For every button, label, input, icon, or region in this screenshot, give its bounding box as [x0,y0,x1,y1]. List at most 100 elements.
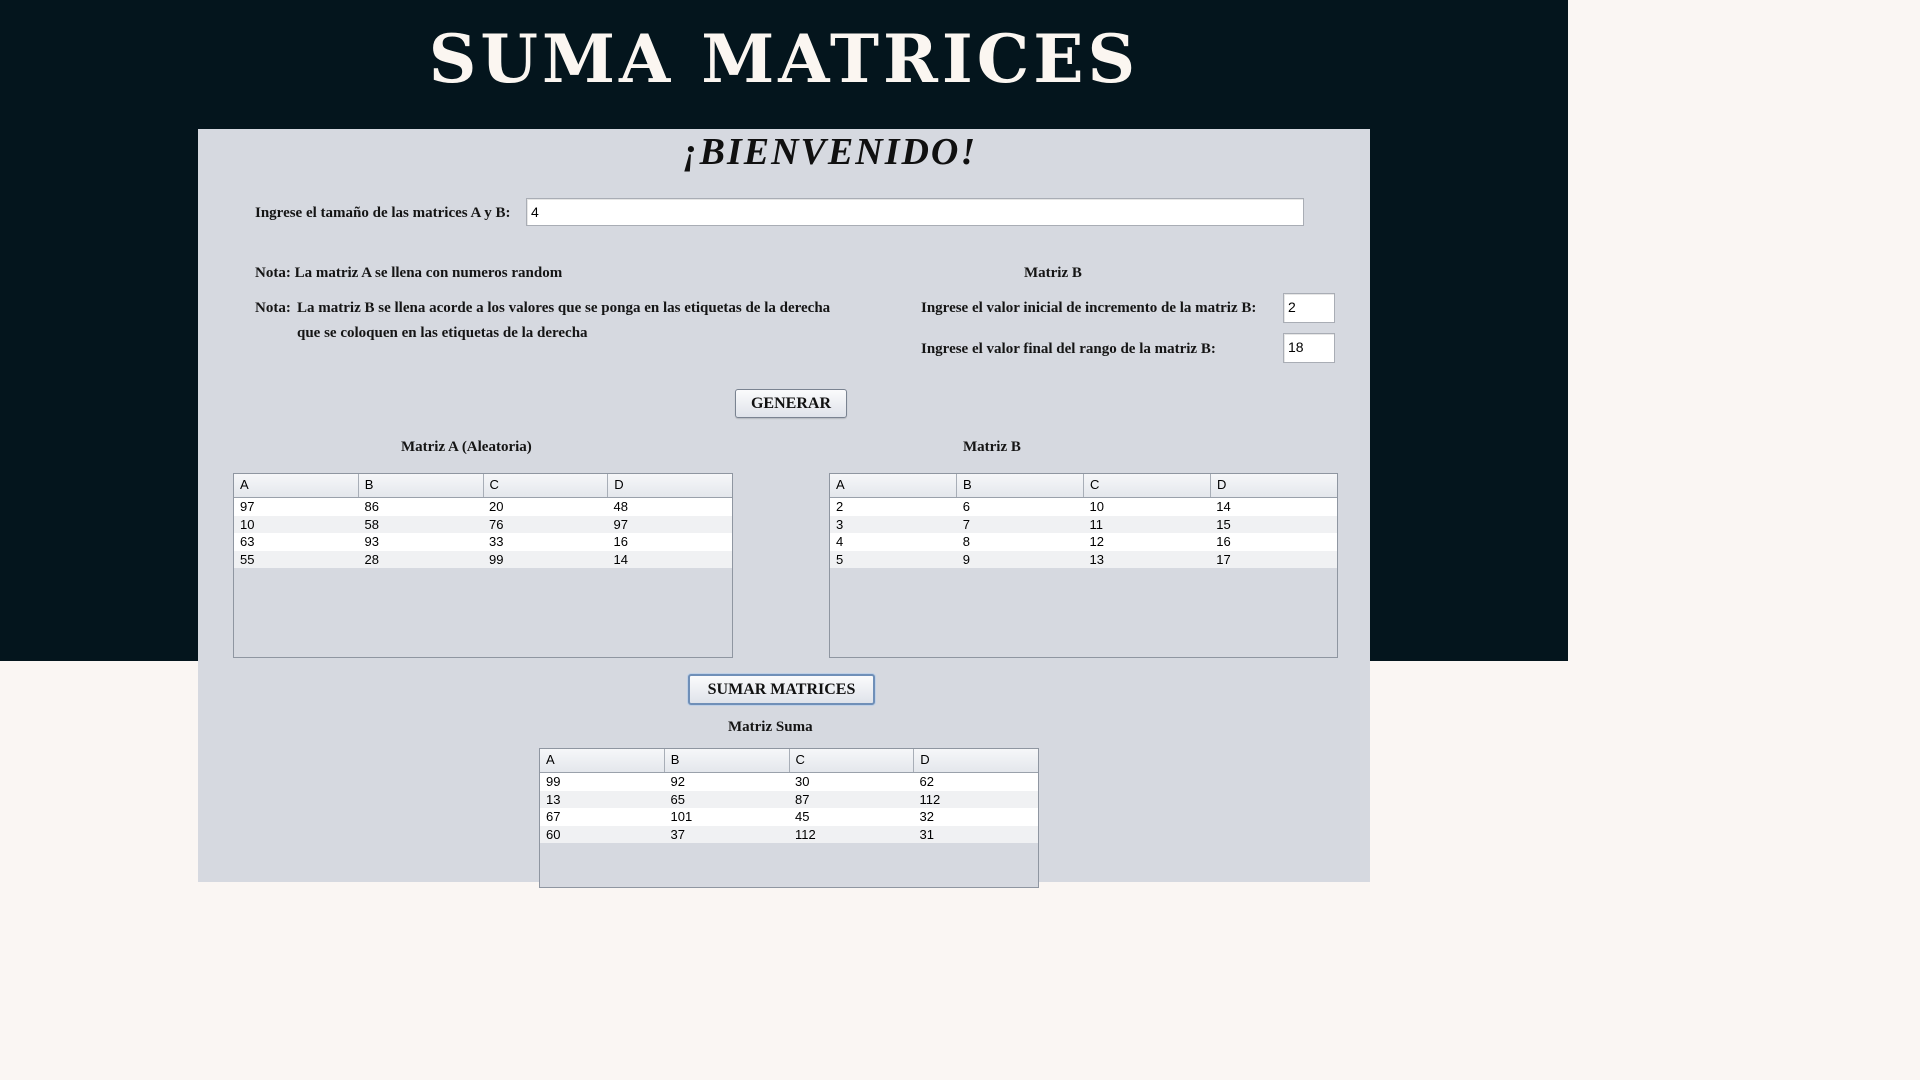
table-cell[interactable]: 2 [830,498,957,516]
table-row[interactable]: 13 65 87 112 [540,790,1039,809]
table-cell[interactable]: 28 [359,551,484,569]
table-cell[interactable]: 60 [540,826,665,844]
table-cell[interactable]: 92 [665,773,790,791]
matrix-b-table[interactable]: A B C D 2 6 10 14 3 7 11 15 4 8 12 16 5 … [829,473,1338,658]
table-row[interactable]: 55 28 99 14 [234,550,733,569]
app-window: ¡BIENVENIDO! Ingrese el tamaño de las ma… [198,129,1370,888]
table-cell[interactable]: 30 [789,773,914,791]
table-cell[interactable]: 99 [540,773,665,791]
table-cell[interactable]: 86 [359,498,484,516]
table-cell[interactable]: 13 [540,791,665,809]
table-cell[interactable]: 8 [957,533,1084,551]
table-cell[interactable]: 14 [608,551,733,569]
table-row[interactable]: 67 101 45 32 [540,808,1038,826]
matrix-size-input[interactable]: 4 [526,198,1304,226]
end-value-label: Ingrese el valor final del rango de la m… [921,341,1216,357]
welcome-heading: ¡BIENVENIDO! [682,131,978,173]
table-row[interactable]: 2 6 10 14 [830,498,1337,516]
column-header[interactable]: A [540,749,665,772]
table-cell[interactable]: 37 [665,826,790,844]
column-header[interactable]: B [957,474,1084,497]
table-row[interactable]: 10 58 76 97 [234,515,733,534]
table-cell[interactable]: 99 [483,551,608,569]
end-value-input[interactable]: 18 [1283,333,1335,363]
table-cell[interactable]: 31 [914,826,1039,844]
table-row[interactable]: 5 9 13 17 [830,550,1337,569]
table-cell[interactable]: 32 [914,808,1039,826]
table-cell[interactable]: 10 [1084,498,1211,516]
table-cell[interactable]: 76 [483,516,608,534]
note-matrix-a: Nota: La matriz A se llena con numeros r… [255,265,563,281]
table-row[interactable]: 3 7 11 15 [830,515,1337,534]
table-cell[interactable]: 55 [234,551,359,569]
matrix-b-body: 2 6 10 14 3 7 11 15 4 8 12 16 5 9 13 17 [830,498,1337,568]
table-cell[interactable]: 48 [608,498,733,516]
table-cell[interactable]: 58 [359,516,484,534]
matrix-a-caption: Matriz A (Aleatoria) [401,439,532,455]
generate-button[interactable]: GENERAR [735,389,847,418]
table-cell[interactable]: 6 [957,498,1084,516]
matrix-sum-header-row: A B C D [540,749,1038,773]
table-cell[interactable]: 4 [830,533,957,551]
column-header[interactable]: B [359,474,484,497]
table-row[interactable]: 97 86 20 48 [234,498,732,516]
note-matrix-b-line1: La matriz B se llena acorde a los valore… [297,300,831,316]
table-cell[interactable]: 16 [1210,533,1337,551]
column-header[interactable]: D [914,749,1038,772]
table-cell[interactable]: 112 [914,791,1039,809]
table-row[interactable]: 63 93 33 16 [234,533,732,551]
table-row[interactable]: 60 37 112 31 [540,825,1039,844]
column-header[interactable]: B [665,749,790,772]
column-header[interactable]: D [1211,474,1337,497]
matrix-b-header-row: A B C D [830,474,1337,498]
column-header[interactable]: D [608,474,732,497]
column-header[interactable]: C [484,474,609,497]
table-row[interactable]: 4 8 12 16 [830,533,1337,551]
table-cell[interactable]: 15 [1210,516,1337,534]
table-cell[interactable]: 65 [665,791,790,809]
column-header[interactable]: A [830,474,957,497]
table-cell[interactable]: 10 [234,516,359,534]
table-cell[interactable]: 97 [234,498,359,516]
table-cell[interactable]: 63 [234,533,359,551]
sum-matrices-button[interactable]: SUMAR MATRICES [688,674,875,705]
matrix-sum-table[interactable]: A B C D 99 92 30 62 13 65 87 112 67 101 … [539,748,1039,888]
table-cell[interactable]: 33 [483,533,608,551]
table-cell[interactable]: 67 [540,808,665,826]
table-cell[interactable]: 3 [830,516,957,534]
table-cell[interactable]: 14 [1210,498,1337,516]
table-cell[interactable]: 12 [1084,533,1211,551]
page-title: SUMA MATRICES [428,20,1140,98]
column-header[interactable]: A [234,474,359,497]
column-header[interactable]: C [1084,474,1211,497]
table-cell[interactable]: 13 [1084,551,1211,569]
column-header[interactable]: C [790,749,915,772]
matrix-size-label: Ingrese el tamaño de las matrices A y B: [255,205,511,221]
table-cell[interactable]: 7 [957,516,1084,534]
table-cell[interactable]: 5 [830,551,957,569]
note-matrix-b-line2: que se coloquen en las etiquetas de la d… [297,325,588,341]
start-value-label: Ingrese el valor inicial de incremento d… [921,300,1257,316]
table-cell[interactable]: 16 [608,533,733,551]
table-cell[interactable]: 20 [483,498,608,516]
table-cell[interactable]: 62 [914,773,1039,791]
matrix-a-body: 97 86 20 48 10 58 76 97 63 93 33 16 55 2… [234,498,732,568]
table-cell[interactable]: 101 [665,808,790,826]
matrix-a-table[interactable]: A B C D 97 86 20 48 10 58 76 97 63 93 33 [233,473,733,658]
matrix-sum-body: 99 92 30 62 13 65 87 112 67 101 45 32 60… [540,773,1038,843]
matrix-b-caption: Matriz B [963,439,1021,455]
matrix-b-settings-header: Matriz B [1024,265,1082,281]
table-cell[interactable]: 17 [1210,551,1337,569]
table-cell[interactable]: 45 [789,808,914,826]
table-cell[interactable]: 9 [957,551,1084,569]
table-cell[interactable]: 93 [359,533,484,551]
table-cell[interactable]: 97 [608,516,733,534]
table-row[interactable]: 99 92 30 62 [540,773,1038,791]
table-cell[interactable]: 11 [1084,516,1211,534]
table-cell[interactable]: 87 [789,791,914,809]
start-value-input[interactable]: 2 [1283,293,1335,323]
table-cell[interactable]: 112 [789,826,914,844]
matrix-sum-caption: Matriz Suma [728,719,813,735]
matrix-a-header-row: A B C D [234,474,732,498]
note-matrix-b-prefix: Nota: [255,300,291,316]
